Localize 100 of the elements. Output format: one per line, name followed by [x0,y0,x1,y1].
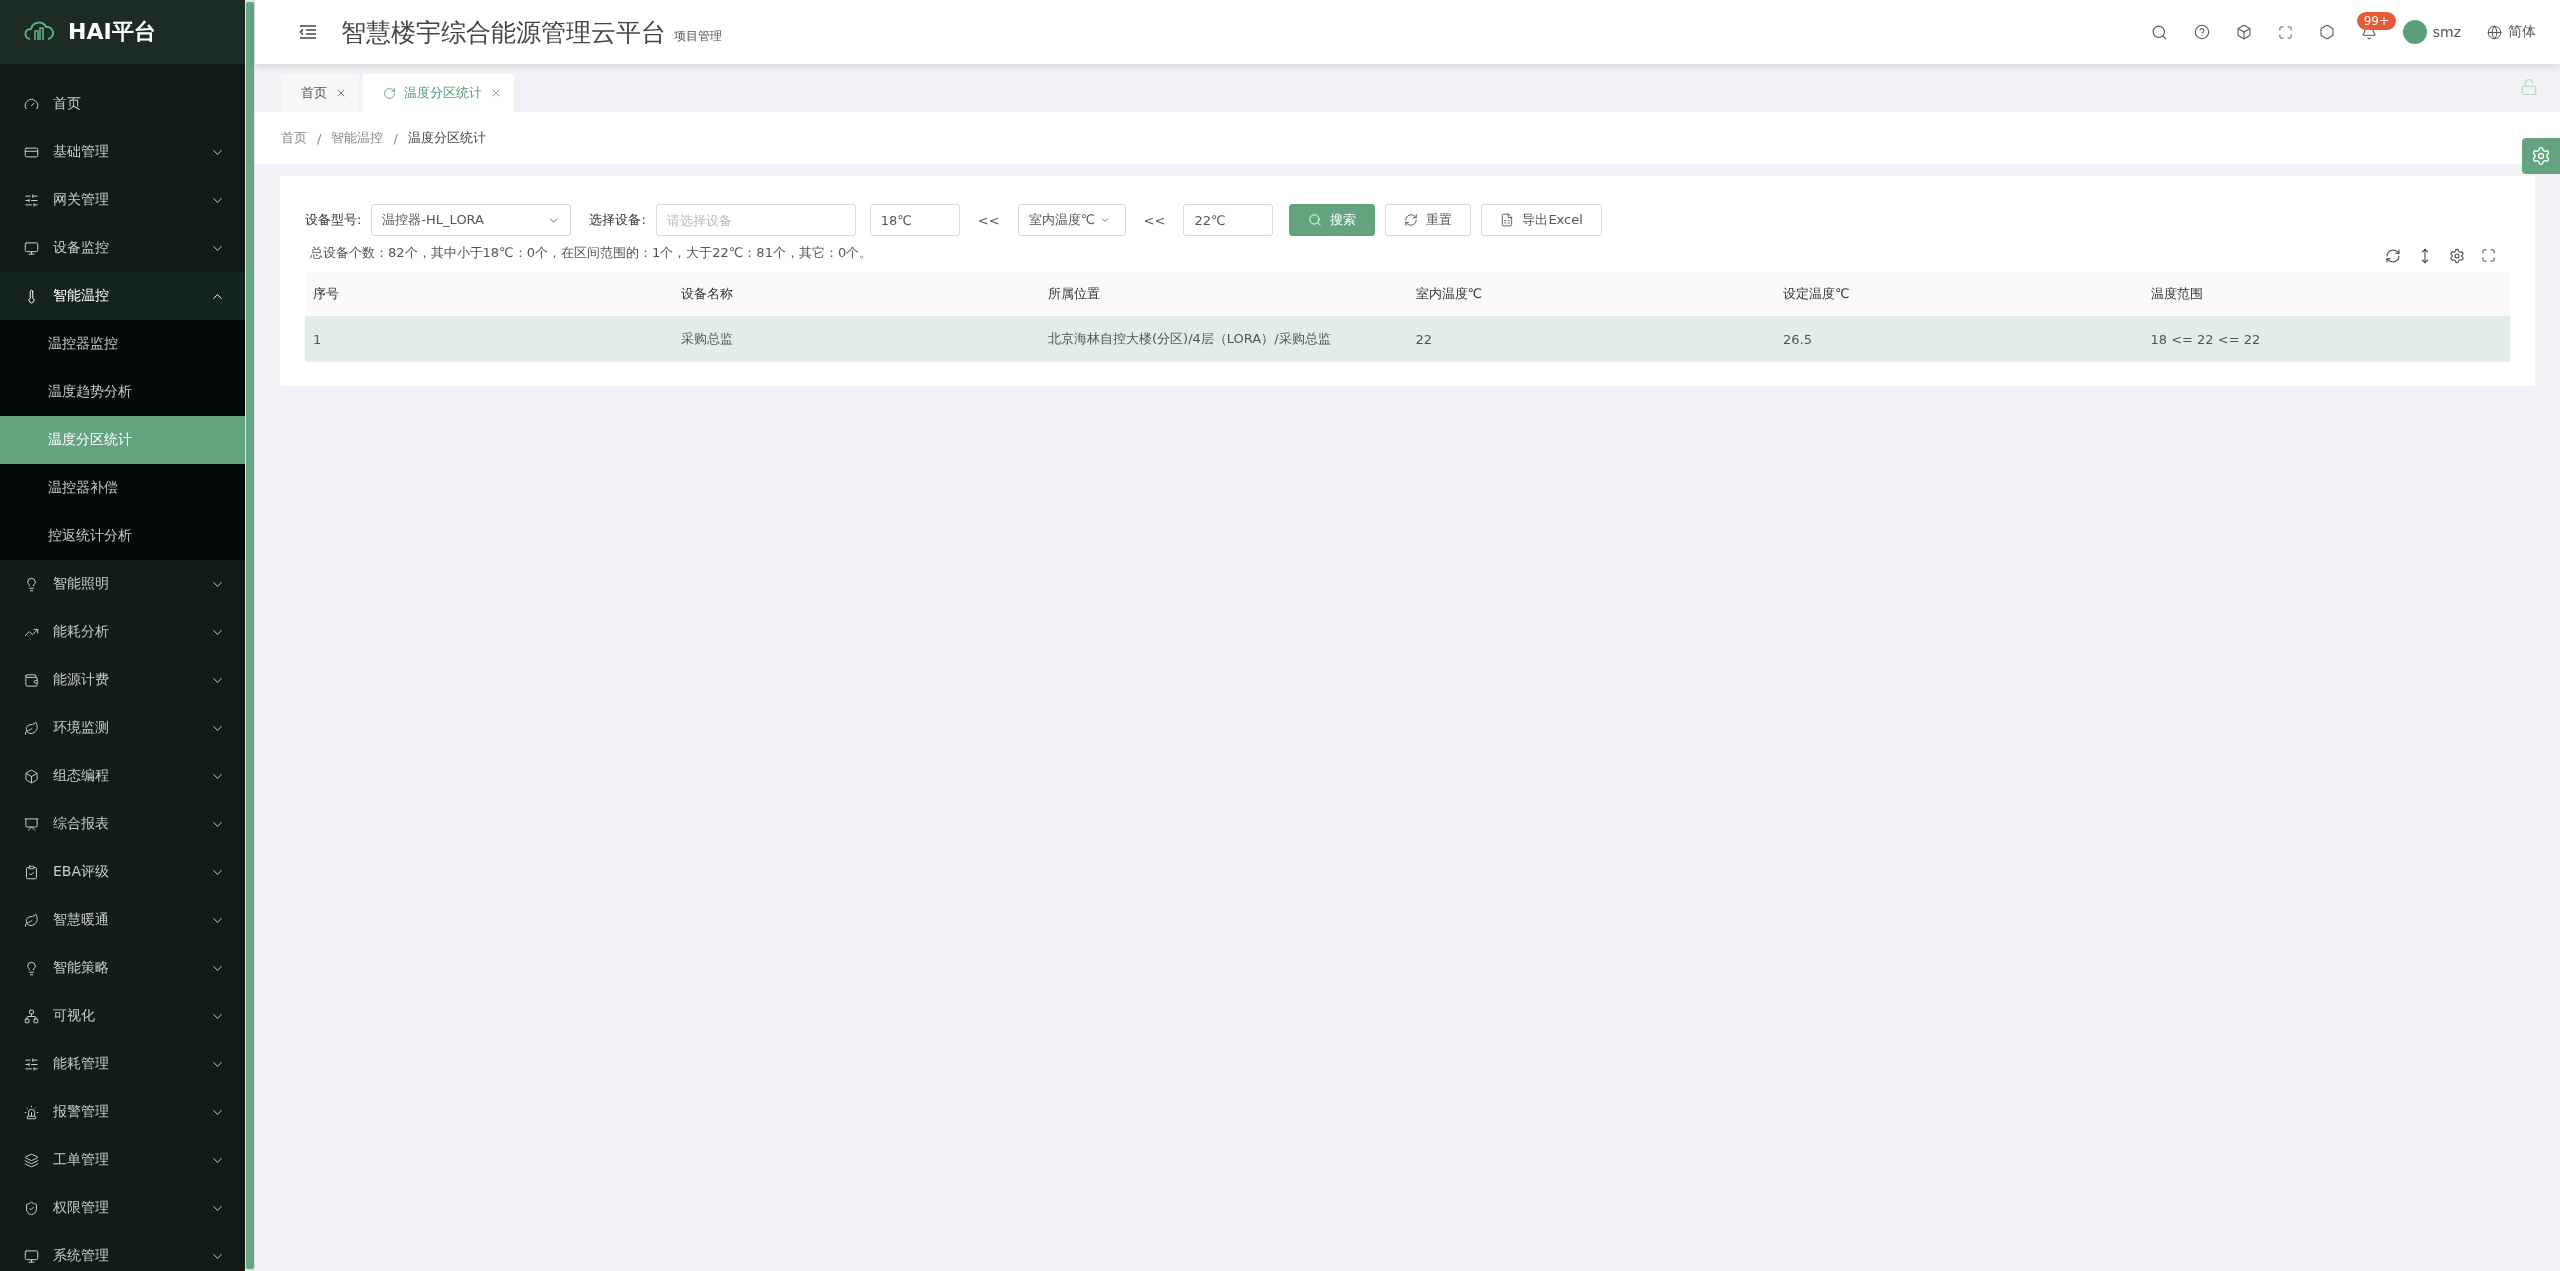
help-icon[interactable] [2193,24,2210,40]
sliders-icon [24,192,39,208]
sliders-icon [24,1056,39,1072]
card-icon [24,144,39,160]
sidebar-subitem[interactable]: 温控器补偿 [0,464,245,512]
sidebar-item[interactable]: 工单管理 [0,1136,245,1184]
sidebar-item[interactable]: 报警管理 [0,1088,245,1136]
column-header: 温度范围 [2149,285,2204,303]
shield-icon [24,1200,39,1216]
column-header: 序号 [312,285,340,303]
table-cell-text: 北京海林自控大楼(分区)/4层（LORA）/采购总监 [1047,330,1332,348]
device-input[interactable]: 请选择设备 [655,204,856,236]
metric-select[interactable]: 室内温度℃ [1017,204,1126,236]
settings-button[interactable] [2522,138,2560,174]
column-header: 设备名称 [679,285,734,303]
close-icon[interactable] [490,87,502,99]
sidebar-item[interactable]: 权限管理 [0,1184,245,1232]
language-menu[interactable]: 简体 [2508,23,2536,41]
presentation-icon [24,816,39,832]
column-header: 设定温度℃ [1782,285,1851,303]
sidebar-item[interactable]: 首页 [0,80,245,128]
lightbulb-icon [24,576,39,592]
table-cell-text: 1 [312,331,323,347]
leaf-icon [24,912,39,928]
sidebar-item[interactable]: 智能温控 [0,272,245,320]
menu-fold-icon[interactable] [299,25,317,39]
sidebar-item[interactable]: 网关管理 [0,176,245,224]
breadcrumb-item: 温度分区统计 [407,129,486,147]
close-icon[interactable] [335,87,347,99]
siren-icon [24,1104,39,1120]
network-icon [24,1008,39,1024]
cube-icon[interactable] [2235,24,2252,40]
sidebar-item[interactable]: EBA评级 [0,848,245,896]
breadcrumb-separator: / [317,130,322,146]
layers-icon [24,1152,39,1168]
monitor-icon [24,1248,39,1264]
leaf-icon [24,720,39,736]
table-cell-text: 22 [1414,331,1434,347]
app-title: 智慧楼宇综合能源管理云平台 [341,16,666,49]
sidebar-item[interactable]: 智能照明 [0,560,245,608]
field-label: 设备型号: [305,211,362,229]
hexagon-icon[interactable] [2318,24,2335,40]
sidebar-item[interactable]: 综合报表 [0,800,245,848]
spreadsheet-icon [1500,213,1515,227]
clipboard-icon [24,864,39,880]
max-temperature-field[interactable]: 22℃ [1183,204,1274,236]
reset-button[interactable]: 重置 [1385,204,1472,236]
range-separator: << [977,212,1000,228]
breadcrumb-item[interactable]: 首页 [281,129,307,147]
refresh-icon [383,86,396,100]
table-cell-text: 26.5 [1782,331,1813,347]
fullscreen-icon[interactable] [2277,24,2293,40]
sidebar-item[interactable]: 能源计费 [0,656,245,704]
wallet-icon [24,672,39,688]
refresh-icon[interactable] [2385,248,2401,264]
sidebar-item[interactable]: 基础管理 [0,128,245,176]
logo-text: HAI平台 [68,18,156,46]
summary-text: 总设备个数：82个，其中小于18℃：0个，在区间范围的：1个，大于22℃：81个，其它：0个。 [310,244,873,262]
min-temperature-field[interactable]: 18℃ [869,204,960,236]
sidebar-subitem[interactable]: 控返统计分析 [0,512,245,560]
device-type-select[interactable]: 温控器-HL_LORA [371,204,572,236]
avatar[interactable] [2402,20,2427,44]
sidebar-item[interactable]: 组态编程 [0,752,245,800]
table-cell-text: 采购总监 [679,330,734,348]
export-button[interactable]: 导出Excel [1481,204,1602,236]
breadcrumb-item[interactable]: 智能温控 [331,129,384,147]
sidebar-item[interactable]: 智慧暖通 [0,896,245,944]
notification-badge: 99+ [2356,12,2397,30]
lightbulb-icon [24,960,39,976]
page-tab[interactable]: 温度分区统计 [363,74,514,112]
table-row[interactable]: 1 采购总监 北京海林自控大楼(分区)/4层（LORA）/采购总监 22 26.5 18 <= 22 <= 22 [305,316,2510,362]
sidebar-item[interactable]: 可视化 [0,992,245,1040]
sidebar-subitem[interactable]: 温控器监控 [0,320,245,368]
search-icon[interactable] [2150,23,2168,41]
globe-icon[interactable] [2487,24,2502,40]
monitor-icon [24,240,39,256]
sidebar-item[interactable]: 环境监测 [0,704,245,752]
sidebar-subitem[interactable]: 温度趋势分析 [0,368,245,416]
sidebar-item[interactable]: 设备监控 [0,224,245,272]
settings-icon[interactable] [2449,248,2465,264]
sidebar-item[interactable]: 系统管理 [0,1232,245,1271]
table-cell-text: 18 <= 22 <= 22 [2149,331,2262,347]
sidebar-item[interactable]: 智能策略 [0,944,245,992]
page-tab[interactable]: 首页 [281,74,359,112]
sidebar-item[interactable]: 能耗管理 [0,1040,245,1088]
column-header: 所属位置 [1047,285,1101,303]
sidebar-item[interactable]: 能耗分析 [0,608,245,656]
gauge-icon [24,96,39,112]
range-separator: << [1143,212,1166,228]
search-icon [1308,213,1323,227]
user-name[interactable]: smz [2432,24,2461,40]
fullscreen-icon[interactable] [2481,248,2496,263]
scrollbar[interactable] [245,0,255,1271]
column-header: 室内温度℃ [1414,285,1484,303]
box-icon [24,768,39,784]
app-subtitle: 项目管理 [674,27,722,45]
field-label: 选择设备: [589,211,646,229]
breadcrumb-separator: / [393,130,398,146]
settings-icon [2531,146,2551,166]
refresh-icon [1404,213,1419,227]
